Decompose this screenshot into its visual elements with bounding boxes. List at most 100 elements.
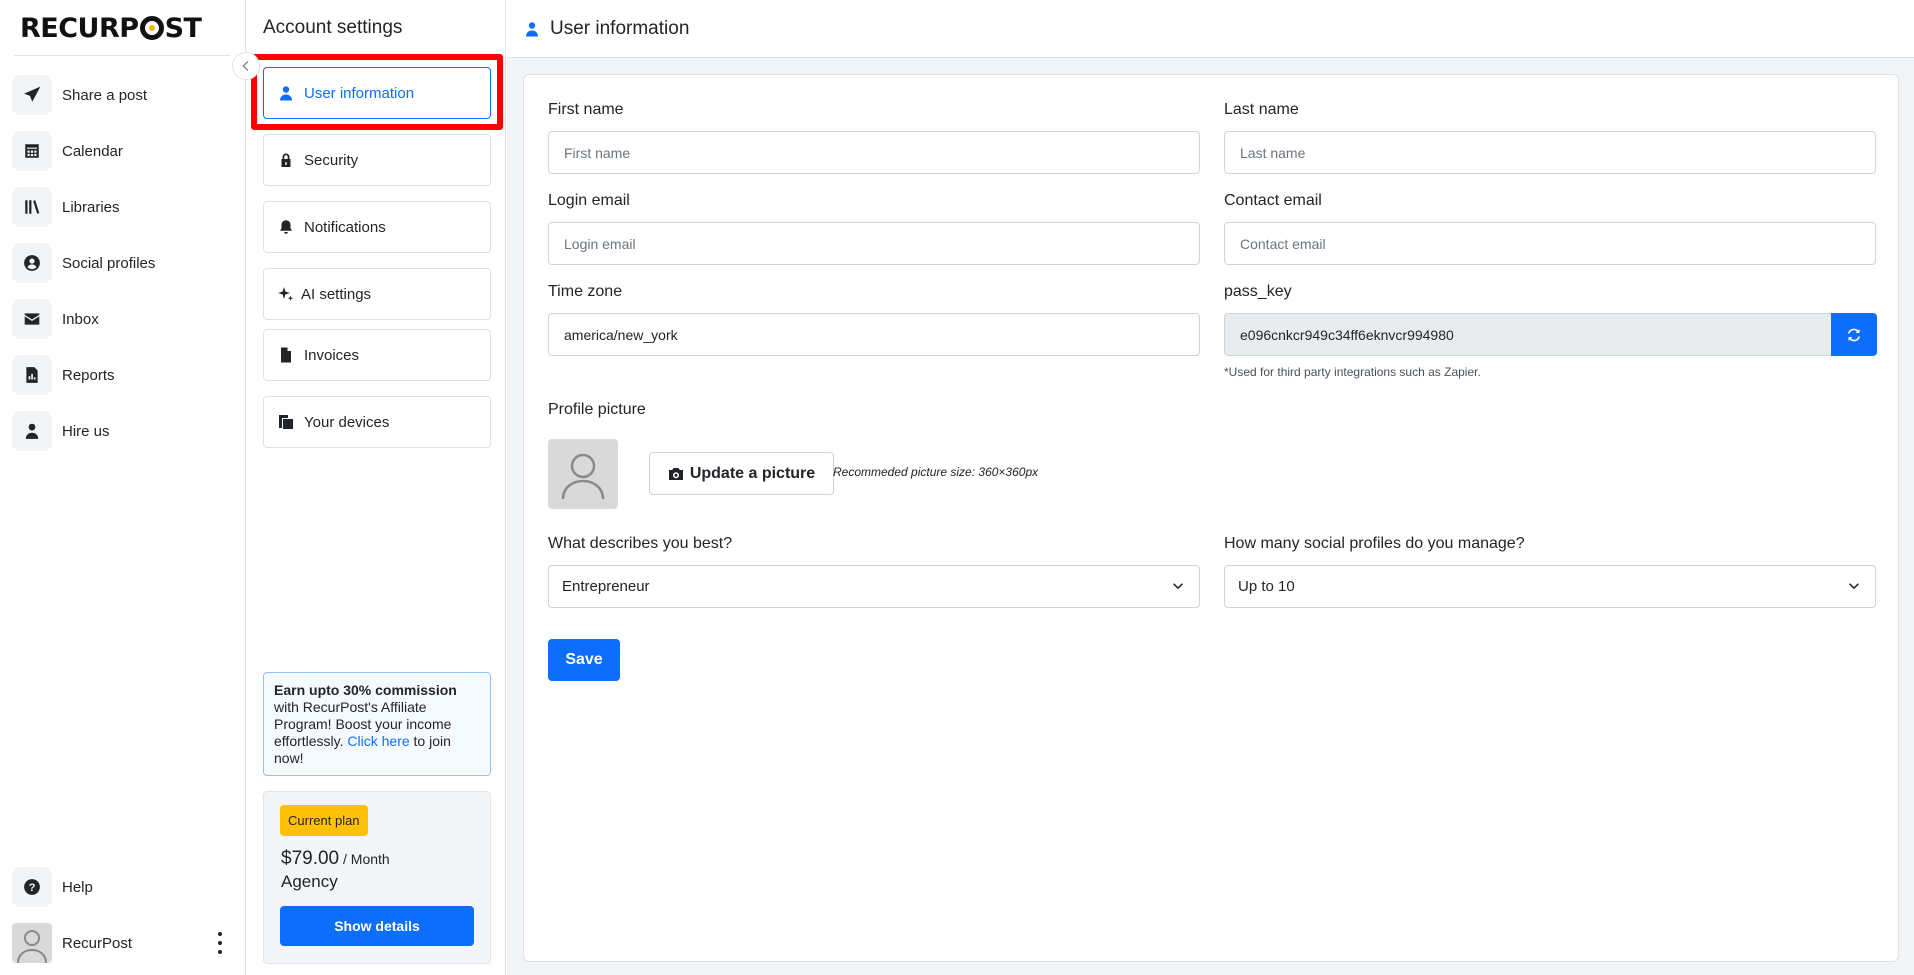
nav-label: Reports (62, 366, 115, 384)
nav-item-share-a-post[interactable]: Share a post (12, 74, 234, 116)
settings-item-your-devices[interactable]: Your devices (263, 396, 491, 448)
nav-label: Social profiles (62, 254, 156, 272)
login-email-label: Login email (548, 192, 630, 209)
last-name-input[interactable]: Last name (1224, 131, 1876, 174)
nav-item-inbox[interactable]: Inbox (12, 298, 234, 340)
affiliate-headline: Earn upto 30% commission (274, 682, 457, 698)
nav-item-calendar[interactable]: Calendar (12, 130, 234, 172)
profiles-count-select[interactable]: Up to 10 (1224, 565, 1876, 608)
update-picture-label: Update a picture (689, 464, 816, 482)
time-zone-label: Time zone (548, 283, 623, 300)
nav-item-libraries[interactable]: Libraries (12, 186, 234, 228)
settings-item-ai-settings[interactable]: AI settings (263, 268, 491, 320)
sparkle-icon (278, 287, 294, 301)
main-content: User information First name First name L… (507, 0, 1914, 975)
settings-title: Account settings (263, 17, 403, 38)
settings-item-label: Invoices (304, 346, 360, 364)
file-icon (281, 347, 291, 363)
user-icon (526, 21, 538, 36)
contact-email-label: Contact email (1224, 192, 1322, 209)
nav-item-reports[interactable]: Reports (12, 354, 234, 396)
refresh-icon (1848, 328, 1860, 341)
account-settings-menu: Account settings User information Securi… (247, 0, 506, 975)
login-email-input[interactable]: Login email (548, 222, 1200, 265)
pass-key-field[interactable]: e096cnkcr949c34ff6eknvcr994980 (1224, 313, 1832, 356)
describes-selected-value: Entrepreneur (562, 578, 650, 595)
nav-label: Libraries (62, 198, 120, 216)
picture-size-note: Recommeded picture size: 360×360px (833, 465, 1039, 479)
svg-text:?: ? (29, 882, 36, 894)
show-details-button[interactable]: Show details (280, 906, 474, 946)
lock-icon (281, 153, 291, 167)
devices-icon (279, 415, 293, 429)
user-profile-row[interactable]: RecurPost (12, 922, 234, 964)
chevron-down-icon (1173, 583, 1183, 590)
envelope-icon (12, 299, 52, 339)
report-icon (12, 355, 52, 395)
plan-price-amount: $79.00 (281, 848, 340, 869)
current-plan-card: Current plan $79.00 / Month Agency Show … (263, 791, 491, 964)
person-icon (12, 411, 52, 451)
nav-label: Share a post (62, 86, 148, 104)
profiles-count-label: How many social profiles do you manage? (1224, 535, 1525, 552)
settings-item-invoices[interactable]: Invoices (263, 329, 491, 381)
regenerate-pass-key-button[interactable] (1831, 313, 1877, 356)
recurpost-logo[interactable]: RECURP ST (20, 12, 202, 44)
chevron-left-icon (242, 61, 249, 71)
settings-item-security[interactable]: Security (263, 134, 491, 186)
plan-price: $79.00 / Month (281, 848, 390, 870)
chevron-down-icon (1849, 583, 1859, 590)
nav-label: Help (62, 878, 93, 896)
library-icon (12, 187, 52, 227)
nav-item-hire-us[interactable]: Hire us (12, 410, 234, 452)
describes-label: What describes you best? (548, 535, 733, 552)
user-name: RecurPost (62, 934, 133, 952)
settings-item-label: AI settings (301, 285, 372, 303)
logo-text-end: ST (164, 12, 202, 44)
more-options-icon[interactable] (216, 932, 224, 954)
question-circle-icon: ? (12, 867, 52, 907)
affiliate-banner: Earn upto 30% commission with RecurPost'… (263, 672, 491, 776)
plan-badge: Current plan (280, 805, 368, 836)
nav-label: Inbox (62, 310, 99, 328)
plan-name: Agency (281, 872, 338, 891)
describes-select[interactable]: Entrepreneur (548, 565, 1200, 608)
update-picture-button[interactable]: Update a picture (649, 452, 834, 495)
user-circle-icon (12, 243, 52, 283)
first-name-input[interactable]: First name (548, 131, 1200, 174)
last-name-label: Last name (1224, 101, 1299, 118)
settings-item-label: Your devices (304, 413, 390, 431)
page-header: User information (507, 0, 1914, 58)
left-navigation: RECURP ST Share a post Calendar Libraries… (0, 0, 246, 975)
nav-item-help[interactable]: ? Help (12, 866, 234, 908)
pass-key-label: pass_key (1224, 283, 1292, 300)
nav-item-social-profiles[interactable]: Social profiles (12, 242, 234, 284)
pass-key-hint: *Used for third party integrations such … (1224, 365, 1481, 379)
collapse-sidebar-button[interactable] (232, 52, 260, 80)
plan-period: / Month (339, 851, 390, 867)
settings-item-label: User information (304, 84, 415, 102)
settings-item-label: Security (304, 151, 359, 169)
contact-email-input[interactable]: Contact email (1224, 222, 1876, 265)
settings-item-notifications[interactable]: Notifications (263, 201, 491, 253)
logo-text-start: RECURP (20, 12, 139, 44)
profile-picture-avatar (548, 439, 618, 509)
logo-o-icon (139, 16, 164, 40)
settings-item-label: Notifications (304, 218, 386, 236)
settings-item-user-information[interactable]: User information (263, 67, 491, 119)
first-name-label: First name (548, 101, 624, 118)
nav-label: Hire us (62, 422, 110, 440)
profile-picture-label: Profile picture (548, 401, 646, 418)
page-title: User information (550, 17, 690, 39)
nav-divider (14, 55, 230, 56)
person-placeholder-icon (561, 453, 605, 500)
bell-icon (280, 220, 292, 234)
time-zone-input[interactable]: america/new_york (548, 313, 1200, 356)
save-button[interactable]: Save (548, 639, 620, 681)
camera-icon (668, 467, 683, 480)
affiliate-link[interactable]: Click here (347, 733, 409, 749)
profiles-count-selected-value: Up to 10 (1238, 578, 1295, 595)
nav-label: Calendar (62, 142, 123, 160)
avatar (12, 923, 52, 963)
user-information-form: First name First name Last name Last nam… (523, 74, 1899, 962)
